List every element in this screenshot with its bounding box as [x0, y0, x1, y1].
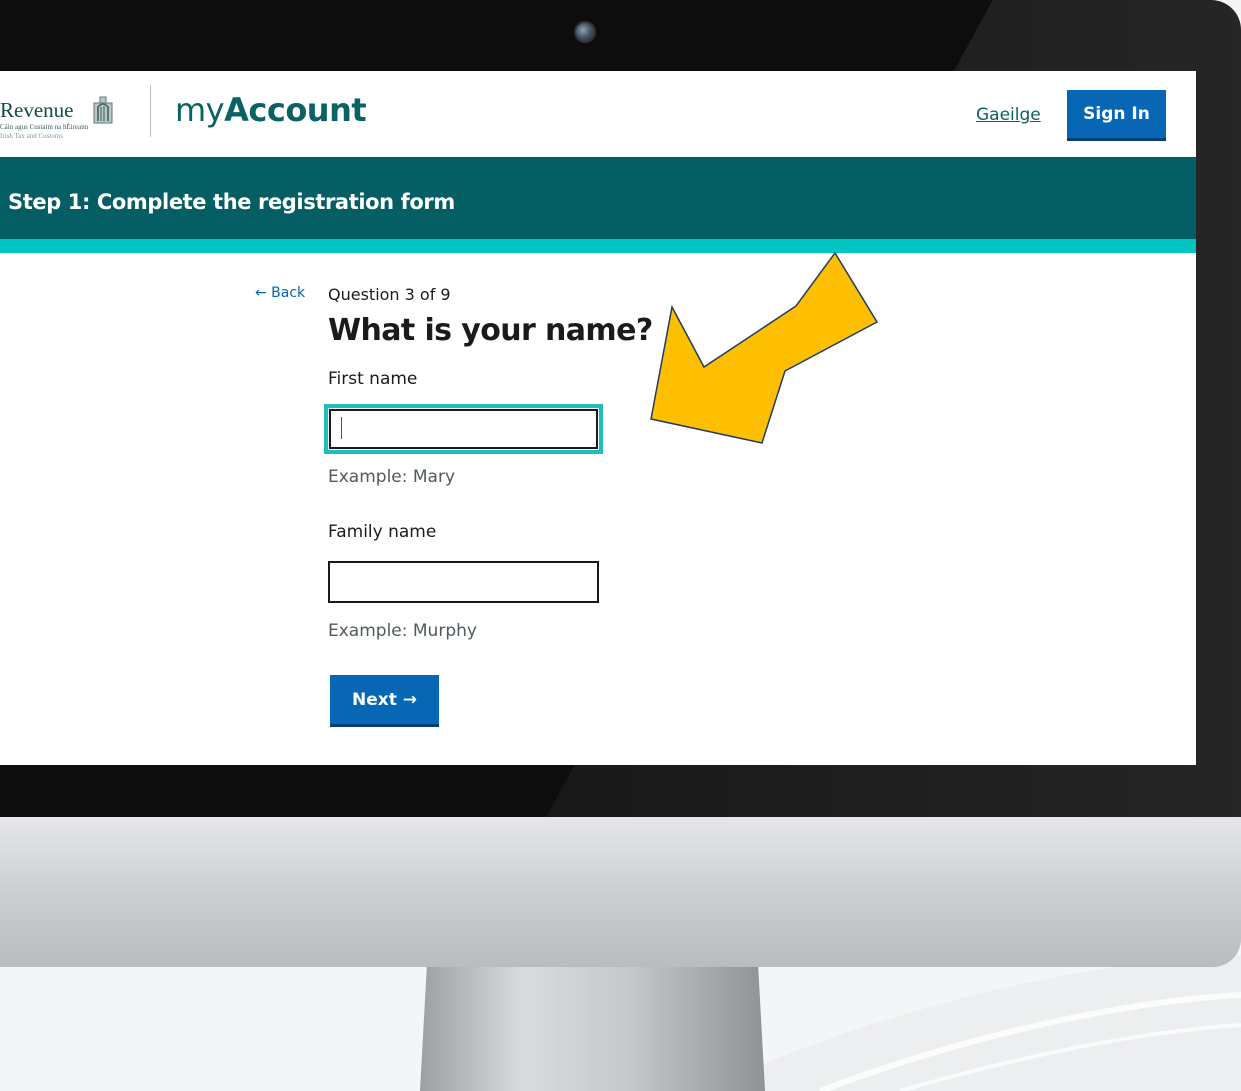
revenue-wordmark: Revenue — [0, 98, 74, 122]
monitor-stand — [420, 965, 765, 1091]
camera-icon — [574, 21, 596, 43]
text-caret — [341, 417, 342, 439]
family-name-label: Family name — [328, 522, 437, 542]
step-title: Step 1: Complete the registration form — [8, 190, 455, 214]
harp-icon — [93, 96, 113, 124]
app-title-main: Account — [224, 91, 367, 129]
app-title-prefix: my — [175, 91, 225, 129]
next-button[interactable]: Next → — [330, 675, 439, 727]
revenue-logo[interactable]: Revenue Cáin agus Custaim na hÉireann Ir… — [0, 84, 140, 144]
back-link[interactable]: ← Back — [255, 285, 305, 301]
page-title: What is your name? — [328, 313, 653, 348]
revenue-subtitle-irish: Cáin agus Custaim na hÉireann — [0, 123, 89, 131]
revenue-subtitle-english: Irish Tax and Customs — [0, 132, 63, 140]
site-header: Revenue Cáin agus Custaim na hÉireann Ir… — [0, 71, 1196, 157]
question-progress: Question 3 of 9 — [328, 285, 451, 304]
step-banner: Step 1: Complete the registration form — [0, 157, 1196, 253]
first-name-hint: Example: Mary — [328, 467, 456, 487]
app-title[interactable]: myAccount — [175, 91, 367, 129]
first-name-label: First name — [328, 369, 418, 389]
sign-in-button[interactable]: Sign In — [1067, 90, 1166, 141]
first-name-field[interactable] — [324, 404, 603, 454]
family-name-field[interactable] — [328, 561, 599, 603]
logo-divider — [150, 85, 151, 137]
monitor-chin — [0, 815, 1241, 967]
browser-screen: Revenue Cáin agus Custaim na hÉireann Ir… — [0, 71, 1196, 765]
family-name-hint: Example: Murphy — [328, 621, 477, 641]
pointer-arrow-icon — [650, 251, 879, 444]
language-toggle-link[interactable]: Gaeilge — [976, 105, 1041, 125]
first-name-field-border — [329, 409, 598, 449]
